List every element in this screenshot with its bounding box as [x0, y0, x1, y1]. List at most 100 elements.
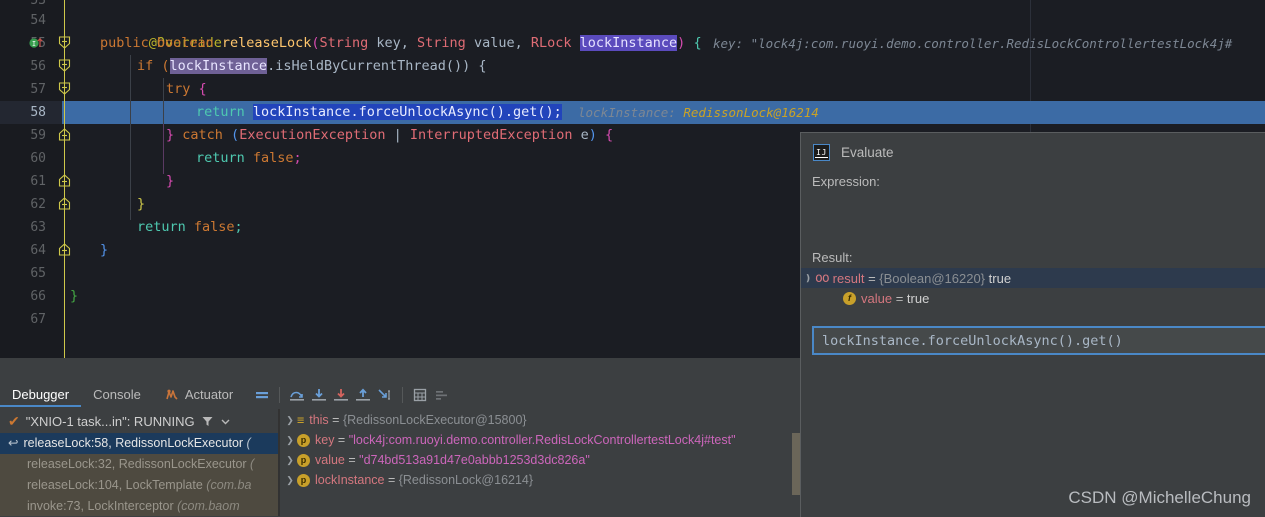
selected-expression[interactable]: lockInstance.forceUnlockAsync().get();: [252, 104, 562, 120]
line-number: 57: [30, 82, 46, 97]
code-line-61: }: [166, 173, 175, 189]
result-equals: =: [892, 290, 907, 306]
show-frames-icon[interactable]: [431, 384, 453, 406]
code-line-57: try {: [166, 81, 207, 97]
watermark: CSDN @MichelleChung: [1068, 488, 1251, 507]
intellij-logo-text: IJ: [815, 147, 828, 158]
code-token: public boolean: [100, 35, 222, 51]
frame-package: (: [243, 436, 251, 450]
frame-row[interactable]: invoke:73, LockInterceptor (com.baom: [0, 496, 278, 516]
chevron-right-icon[interactable]: ❯: [283, 415, 297, 426]
code-line-59: } catch (ExecutionException | Interrupte…: [166, 127, 614, 143]
frame-package: (: [246, 457, 255, 471]
line-number: 66: [30, 289, 46, 304]
frame-label: invoke:73, LockInterceptor: [27, 499, 178, 513]
thread-selector[interactable]: ✔ "XNIO-1 task...in": RUNNING: [0, 409, 286, 433]
filter-icon[interactable]: [201, 415, 214, 428]
fold-expand-icon[interactable]: [58, 174, 71, 187]
variable-name: key: [315, 433, 335, 447]
code-line-54: @Override: [100, 9, 222, 51]
variable-row[interactable]: ❯ p value = "d74bd513a91d47e0abbb1253d3d…: [283, 450, 800, 470]
tab-console-label: Console: [93, 387, 141, 402]
code-line-66: }: [70, 288, 79, 304]
frame-label: releaseLock:32, RedissonLockExecutor: [27, 457, 247, 471]
variable-equals: =: [344, 453, 360, 467]
variables-tree[interactable]: ❯ ≡ this = {RedissonLockExecutor@15800} …: [283, 410, 800, 516]
toolbar-separator: [279, 386, 281, 403]
fold-expand-icon[interactable]: [58, 197, 71, 210]
code-token: if (: [137, 58, 170, 74]
force-step-into-icon[interactable]: [330, 384, 352, 406]
indent-guide: [130, 55, 131, 220]
frame-label: releaseLock:58, RedissonLockExecutor: [23, 436, 244, 450]
chevron-down-icon[interactable]: ❫: [801, 273, 815, 284]
result-row-result[interactable]: ❫ oo result = {Boolean@16220} true: [801, 268, 1265, 288]
code-line-55: public boolean releaseLock(String key, S…: [100, 35, 702, 51]
variable-value: {RedissonLockExecutor@15800}: [342, 413, 527, 427]
fold-collapse-icon[interactable]: [58, 36, 71, 49]
fold-expand-icon[interactable]: [58, 243, 71, 256]
panel-splitter[interactable]: [278, 409, 280, 516]
field-icon: f: [843, 291, 856, 305]
chevron-right-icon[interactable]: ❯: [283, 475, 297, 486]
step-out-icon[interactable]: [352, 384, 374, 406]
code-token: .isHeldByCurrentThread()) {: [267, 58, 487, 74]
ide-window: 53 54 55 56 57 58 59 60 61 62 63 64 65 6…: [0, 0, 1265, 517]
chevron-down-icon[interactable]: [220, 416, 231, 427]
method-name: releaseLock: [221, 35, 312, 51]
line-number: 65: [30, 266, 46, 281]
line-number-current: 58: [30, 105, 46, 120]
line-number: 54: [30, 13, 46, 28]
variable-name: lockInstance: [315, 473, 385, 487]
inline-hint-value: RedissonLock@16214: [683, 105, 819, 120]
result-value: true: [985, 270, 1012, 286]
expression-input[interactable]: lockInstance.forceUnlockAsync().get(): [812, 326, 1265, 355]
thread-running-check-icon: ✔: [8, 412, 20, 429]
variable-name: value: [315, 453, 345, 467]
chevron-right-icon[interactable]: ❯: [283, 455, 297, 466]
override-method-icon[interactable]: I: [29, 36, 43, 50]
variable-value: "lock4j:com.ruoyi.demo.controller.RedisL…: [348, 433, 736, 447]
variable-row[interactable]: ❯ p lockInstance = {RedissonLock@16214}: [283, 470, 800, 490]
evaluate-title: Evaluate: [841, 144, 894, 160]
variable-value: {RedissonLock@16214}: [398, 473, 534, 487]
result-equals: =: [864, 270, 880, 286]
frame-row[interactable]: releaseLock:104, LockTemplate (com.ba: [0, 475, 278, 496]
line-number: 60: [30, 151, 46, 166]
frame-package: (com.ba: [206, 478, 252, 492]
fold-collapse-icon[interactable]: [58, 59, 71, 72]
intellij-logo-icon: IJ: [813, 143, 830, 161]
thread-label: "XNIO-1 task...in": RUNNING: [25, 413, 195, 429]
tab-debugger[interactable]: Debugger: [0, 382, 81, 407]
tab-debugger-label: Debugger: [12, 387, 70, 402]
tab-actuator-label: Actuator: [184, 387, 234, 402]
run-to-cursor-icon[interactable]: [374, 384, 396, 406]
variable-row[interactable]: ❯ p key = "lock4j:com.ruoyi.demo.control…: [283, 430, 800, 450]
toolbar-separator: [402, 386, 404, 403]
result-row-value[interactable]: f value = true: [801, 288, 1265, 308]
step-over-icon[interactable]: [286, 384, 308, 406]
result-label: Result:: [812, 250, 853, 265]
frames-list[interactable]: ↩ releaseLock:58, RedissonLockExecutor ( …: [0, 433, 278, 516]
fold-collapse-icon[interactable]: [58, 82, 71, 95]
variable-equals: =: [384, 473, 399, 487]
code-line-62: }: [137, 196, 146, 212]
evaluate-expression-icon[interactable]: [409, 384, 431, 406]
variable-equals: =: [328, 413, 343, 427]
inline-hint-label: lockInstance:: [578, 105, 676, 120]
variable-row[interactable]: ❯ ≡ this = {RedissonLockExecutor@15800}: [283, 410, 800, 430]
inline-hint-key: key: "lock4j:com.ruoyi.demo.controller.R…: [713, 36, 1233, 51]
frame-row[interactable]: releaseLock:32, RedissonLockExecutor (: [0, 454, 278, 475]
frame-row[interactable]: ↩ releaseLock:58, RedissonLockExecutor (: [0, 433, 278, 454]
tab-console[interactable]: Console: [81, 382, 153, 407]
parameter-icon: p: [297, 473, 310, 487]
line-number: 67: [30, 312, 46, 327]
fold-expand-icon[interactable]: [58, 128, 71, 141]
variable-name: this: [309, 413, 329, 427]
code-line-63: return false;: [137, 219, 243, 235]
result-name: value: [861, 290, 893, 306]
step-into-icon[interactable]: [308, 384, 330, 406]
chevron-right-icon[interactable]: ❯: [283, 435, 297, 446]
mute-breakpoints-icon[interactable]: [251, 384, 273, 406]
tab-actuator[interactable]: Actuator: [153, 382, 245, 407]
